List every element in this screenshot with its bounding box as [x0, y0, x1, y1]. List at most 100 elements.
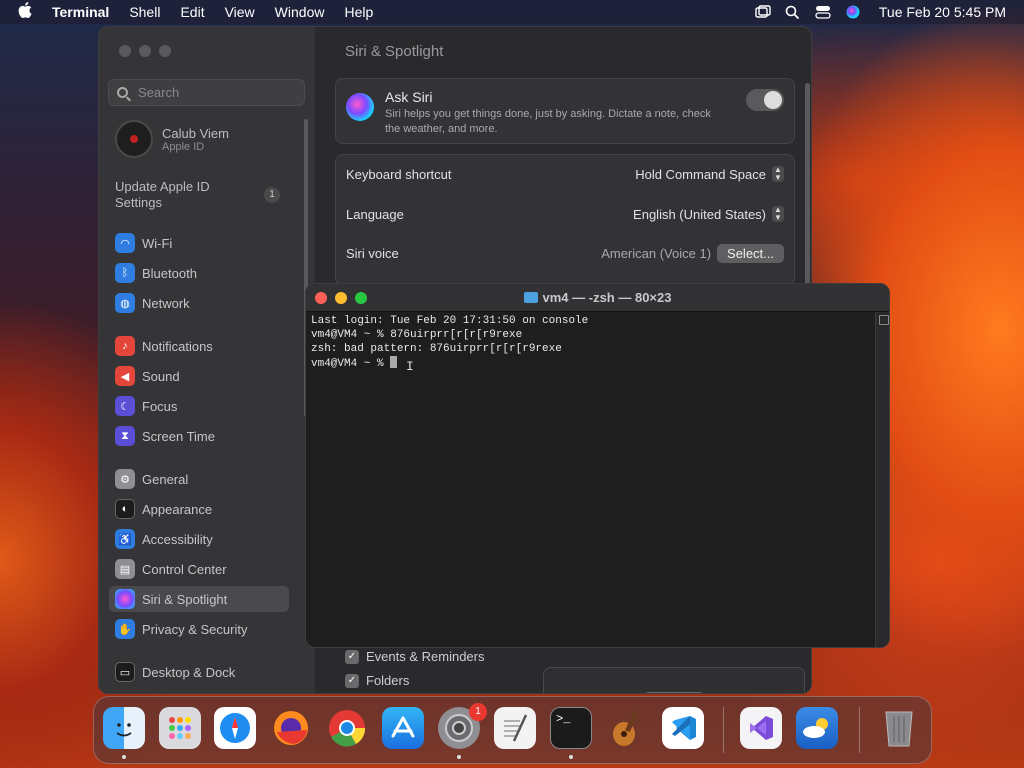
sidebar-item-network[interactable]: ◍ Network	[109, 290, 289, 316]
hand-icon: ✋	[115, 619, 135, 639]
text-cursor	[390, 356, 398, 368]
sidebar-item-sound[interactable]: ◀ Sound	[109, 363, 289, 389]
chrome-icon[interactable]	[326, 707, 368, 749]
ask-siri-title: Ask Siri	[385, 89, 433, 105]
sidebar-item-wifi[interactable]: ◠ Wi-Fi	[109, 230, 289, 256]
apple-id-profile[interactable]: Calub Viem Apple ID	[115, 120, 229, 158]
sidebar-item-accessibility[interactable]: ♿ Accessibility	[109, 526, 289, 552]
terminal-line: zsh: bad pattern: 876uirprr[r[r[r9rexe	[311, 343, 562, 355]
minimize-button[interactable]	[139, 45, 151, 57]
sidebar-item-focus[interactable]: ☾ Focus	[109, 393, 289, 419]
checkbox-folders[interactable]: ✓ Folders	[345, 673, 409, 688]
terminal-scrollbar[interactable]	[875, 312, 889, 647]
accessibility-icon: ♿	[115, 529, 135, 549]
checkbox-label: Folders	[366, 673, 410, 688]
menu-bar: Terminal Shell Edit View Window Help Tue…	[0, 0, 1024, 24]
search-placeholder: Search	[138, 85, 180, 100]
sidebar-item-desktop-dock[interactable]: ▭ Desktop & Dock	[109, 659, 289, 685]
trash-icon[interactable]	[878, 707, 920, 749]
terminal-prompt-line: vm4@VM4 ~ %	[311, 356, 588, 371]
update-badge: 1	[264, 187, 280, 203]
siri-voice-value: American (Voice 1)	[601, 245, 712, 261]
chevron-updown-icon: ▲ ▼	[772, 166, 784, 182]
siri-voice-row: Siri voice American (Voice 1) Select...	[346, 234, 784, 272]
sidebar-item-siri-spotlight[interactable]: Siri & Spotlight	[109, 586, 289, 612]
sheet-panel	[543, 667, 805, 693]
sidebar-item-label: Accessibility	[142, 531, 213, 547]
language-label: Language	[346, 206, 404, 222]
launchpad-icon[interactable]	[159, 707, 201, 749]
keyboard-shortcut-popup[interactable]: Hold Command Space ▲ ▼	[635, 166, 784, 182]
dock: >_	[93, 696, 932, 764]
menu-help[interactable]: Help	[334, 4, 383, 20]
window-controls	[119, 45, 171, 57]
sidebar-item-privacy-security[interactable]: ✋ Privacy & Security	[109, 616, 289, 642]
dock-icon: ▭	[115, 662, 135, 682]
settings-sidebar: Search Calub Viem Apple ID Update Apple …	[99, 27, 315, 693]
textedit-icon[interactable]	[494, 707, 536, 749]
close-button[interactable]	[119, 45, 131, 57]
menu-window[interactable]: Window	[265, 4, 335, 20]
sidebar-item-label: Desktop & Dock	[142, 664, 236, 680]
profile-subtitle: Apple ID	[162, 140, 205, 153]
search-field[interactable]: Search	[108, 79, 305, 106]
sidebar-item-label: Network	[142, 295, 190, 311]
app-store-icon[interactable]	[382, 707, 424, 749]
safari-icon[interactable]	[214, 707, 256, 749]
siri-voice-label: Siri voice	[346, 245, 399, 261]
apple-menu-icon[interactable]	[0, 1, 42, 23]
control-center-icon[interactable]	[815, 5, 831, 19]
terminal-line: vm4@VM4 ~ % 876uirprr[r[r[r9rexe	[311, 329, 523, 341]
menu-app-name[interactable]: Terminal	[42, 4, 119, 20]
firefox-icon[interactable]	[270, 707, 312, 749]
keyboard-shortcut-value: Hold Command Space	[635, 166, 766, 182]
dock-separator	[723, 707, 724, 753]
bluetooth-icon: ᛒ	[115, 263, 135, 283]
speaker-icon: ◀	[115, 366, 135, 386]
select-voice-button[interactable]: Select...	[717, 243, 784, 263]
update-apple-id-settings[interactable]: Update Apple ID Settings	[115, 179, 235, 211]
sidebar-item-label: Bluetooth	[142, 265, 197, 281]
sidebar-item-appearance[interactable]: ◐ Appearance	[109, 496, 289, 522]
sidebar-item-label: Sound	[142, 368, 180, 384]
weather-icon[interactable]	[796, 707, 838, 749]
menu-clock[interactable]: Tue Feb 20 5:45 PM	[875, 4, 1006, 20]
chevron-updown-icon: ▲ ▼	[772, 206, 784, 222]
sidebar-item-control-center[interactable]: ▤ Control Center	[109, 556, 289, 582]
terminal-window: vm4 — -zsh — 80×23 Last login: Tue Feb 2…	[305, 283, 890, 648]
ibeam-cursor-icon: Ӏ	[406, 359, 414, 374]
hourglass-icon: ⧗	[115, 426, 135, 446]
checkbox-events-reminders[interactable]: ✓ Events & Reminders	[345, 649, 485, 664]
terminal-line: Last login: Tue Feb 20 17:31:50 on conso…	[311, 315, 589, 327]
sidebar-item-general[interactable]: ⚙ General	[109, 466, 289, 492]
siri-icon	[346, 93, 374, 121]
screen-mirroring-icon[interactable]	[755, 5, 771, 19]
finder-icon[interactable]	[103, 707, 145, 749]
globe-icon: ◍	[115, 293, 135, 313]
vscode-icon[interactable]	[662, 707, 704, 749]
zoom-button[interactable]	[159, 45, 171, 57]
terminal-output[interactable]: Last login: Tue Feb 20 17:31:50 on conso…	[311, 314, 588, 371]
siri-options-card: Keyboard shortcut Hold Command Space ▲ ▼ L…	[335, 154, 795, 286]
sidebar-item-bluetooth[interactable]: ᛒ Bluetooth	[109, 260, 289, 286]
sidebar-item-screen-time[interactable]: ⧗ Screen Time	[109, 423, 289, 449]
sidebar-item-notifications[interactable]: ♪ Notifications	[109, 333, 289, 359]
sidebar-item-label: Appearance	[142, 501, 213, 517]
sidebar-item-label: Screen Time	[142, 428, 215, 444]
visual-studio-icon[interactable]	[740, 707, 782, 749]
terminal-prompt: vm4@VM4 ~ %	[311, 358, 391, 370]
siri-icon	[115, 589, 135, 609]
language-value: English (United States)	[633, 206, 766, 222]
language-popup[interactable]: English (United States) ▲ ▼	[633, 206, 784, 222]
sidebar-item-label: Focus	[142, 398, 178, 414]
instruments-icon[interactable]	[606, 707, 648, 749]
siri-menu-icon[interactable]	[845, 5, 861, 19]
spotlight-search-icon[interactable]	[785, 5, 801, 20]
terminal-icon[interactable]: >_	[550, 707, 592, 749]
menu-edit[interactable]: Edit	[170, 4, 214, 20]
menu-shell[interactable]: Shell	[119, 4, 170, 20]
terminal-titlebar[interactable]: vm4 — -zsh — 80×23	[306, 284, 889, 312]
dock-separator	[859, 707, 860, 753]
ask-siri-toggle[interactable]	[746, 89, 784, 111]
menu-view[interactable]: View	[215, 4, 265, 20]
